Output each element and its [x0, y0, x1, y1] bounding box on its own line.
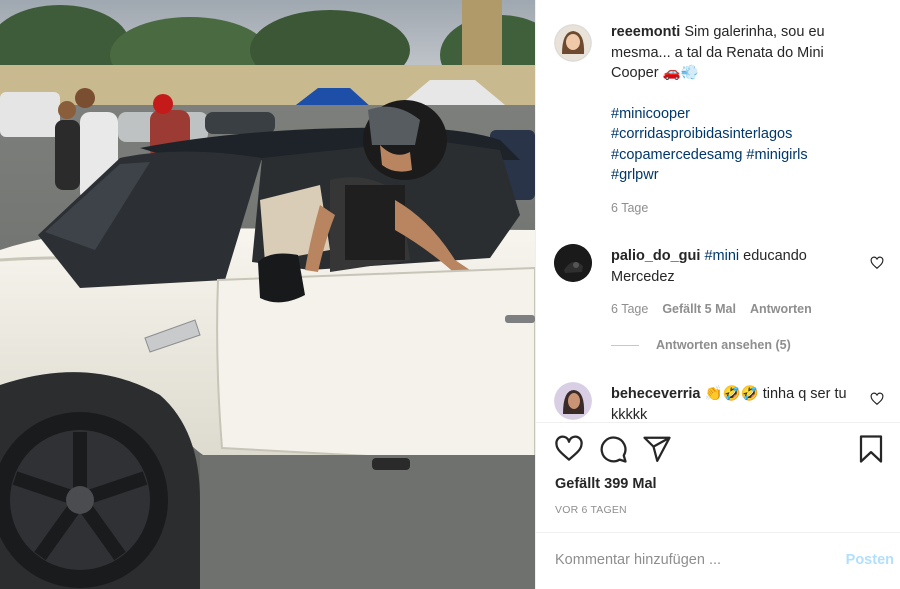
view-replies-line	[611, 344, 639, 346]
like-heart-icon[interactable]	[554, 434, 584, 464]
actions-divider	[536, 422, 900, 423]
commenter-avatar[interactable]	[554, 244, 592, 282]
post-comment-button[interactable]: Posten	[846, 552, 894, 568]
comment-item: beheceverria 👏🤣🤣 tinha q ser tu kkkkk	[554, 382, 884, 422]
likes-count[interactable]: Gefällt 399 Mal	[555, 476, 657, 492]
like-comment-heart-icon[interactable]	[870, 392, 884, 406]
comment-age[interactable]: 6 Tage	[611, 299, 648, 320]
photo-scene	[0, 0, 535, 589]
commenter-avatar-image	[554, 382, 592, 420]
hashtag-link[interactable]: #mini	[704, 248, 739, 264]
post-caption: reeemonti Sim galerinha, sou eu mesma...…	[554, 24, 884, 224]
author-avatar-image	[554, 24, 592, 62]
hashtag-link[interactable]: #grlpwr	[611, 167, 659, 183]
comment-emoji: 👏🤣🤣	[704, 386, 759, 402]
view-replies-label: Antworten ansehen (5)	[656, 338, 791, 352]
like-comment-heart-icon[interactable]	[870, 256, 884, 270]
post-photo[interactable]	[0, 0, 535, 589]
comments-scroll-area[interactable]: reeemonti Sim galerinha, sou eu mesma...…	[536, 0, 900, 422]
hashtag-link[interactable]: #corridasproibidasinterlagos	[611, 126, 792, 142]
comment-username[interactable]: beheceverria	[611, 386, 700, 402]
reply-button[interactable]: Antworten	[750, 299, 812, 320]
hashtag-link[interactable]: #minigirls	[746, 147, 807, 163]
comment-input[interactable]: Kommentar hinzufügen ...	[555, 552, 721, 568]
commenter-avatar[interactable]	[554, 382, 592, 420]
commenter-avatar-image	[554, 244, 592, 282]
comment-bubble-icon[interactable]	[598, 434, 628, 464]
caption-text-block: reeemonti Sim galerinha, sou eu mesma...…	[611, 22, 861, 218]
comment-text-block: beheceverria 👏🤣🤣 tinha q ser tu kkkkk	[611, 384, 861, 422]
comment-likes-count[interactable]: Gefällt 5 Mal	[662, 299, 736, 320]
save-bookmark-icon[interactable]	[856, 434, 886, 464]
caption-author-username[interactable]: reeemonti	[611, 24, 680, 40]
comment-input-divider	[536, 532, 900, 533]
hashtag-link[interactable]: #copamercedesamg	[611, 147, 742, 163]
comment-text-block: palio_do_gui #mini educando Mercedez 6 T…	[611, 246, 861, 320]
post-date[interactable]: VOR 6 TAGEN	[555, 504, 627, 516]
view-replies-button[interactable]: Antworten ansehen (5)	[611, 338, 791, 352]
caption-age[interactable]: 6 Tage	[611, 198, 648, 219]
hashtag-link[interactable]: #minicooper	[611, 106, 690, 122]
action-bar	[554, 434, 886, 468]
comment-username[interactable]: palio_do_gui	[611, 248, 700, 264]
share-paper-plane-icon[interactable]	[642, 434, 672, 464]
comments-panel: reeemonti Sim galerinha, sou eu mesma...…	[535, 0, 900, 589]
author-avatar[interactable]	[554, 24, 592, 62]
